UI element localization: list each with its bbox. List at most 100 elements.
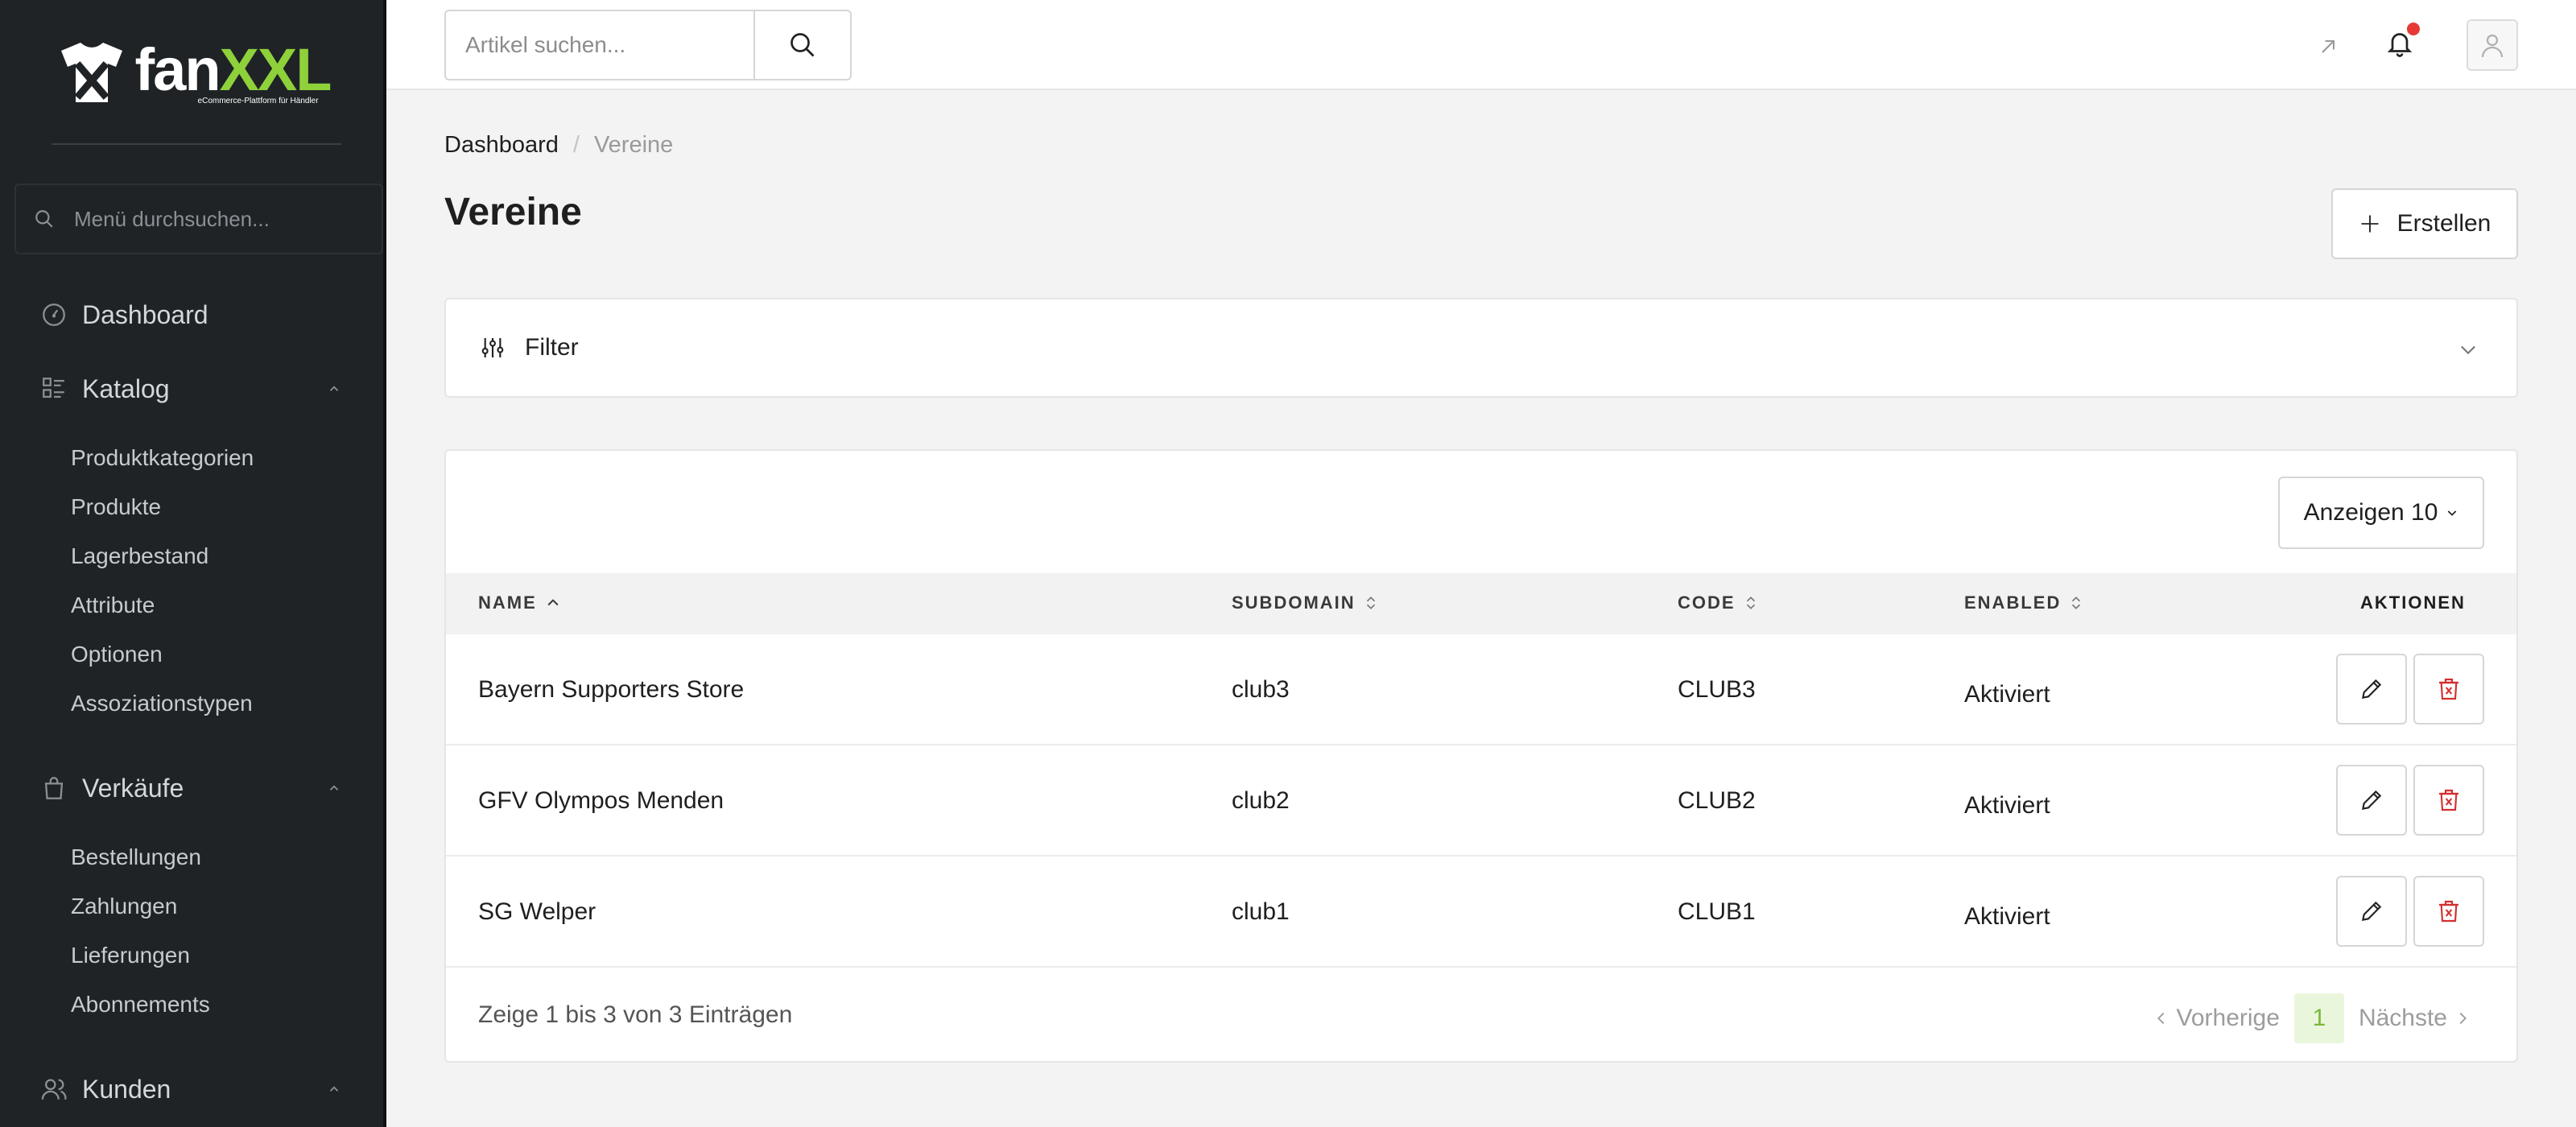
sort-ascending-icon — [547, 599, 559, 606]
chevron-down-icon[interactable] — [2457, 338, 2479, 361]
pagination-previous[interactable]: Vorherige — [2153, 1005, 2280, 1032]
dashboard-icon — [43, 303, 65, 326]
cell-code: CLUB2 — [1678, 787, 1756, 814]
cell-name: GFV Olympos Menden — [478, 787, 724, 814]
page-title: Vereine — [444, 191, 582, 233]
trash-icon — [2439, 900, 2458, 923]
catalog-icon — [43, 378, 64, 398]
trash-icon — [2439, 678, 2458, 700]
sort-icon — [2072, 597, 2081, 609]
cell-subdomain: club3 — [1232, 676, 1290, 703]
chevron-down-icon — [2448, 510, 2457, 516]
breadcrumb-dashboard[interactable]: Dashboard — [444, 132, 559, 159]
sliders-icon — [481, 338, 504, 357]
pagination-next[interactable]: Nächste — [2359, 1005, 2471, 1032]
column-header-subdomain[interactable]: SUBDOMAIN — [1232, 592, 1378, 613]
sidebar-item-produktkategorien[interactable]: Produktkategorien — [0, 433, 383, 482]
cell-enabled: Aktiviert — [1964, 681, 2050, 708]
cell-enabled: Aktiviert — [1964, 792, 2050, 819]
trash-icon — [2439, 789, 2458, 811]
sidebar-item-optionen[interactable]: Optionen — [0, 630, 383, 679]
sidebar-item-dashboard[interactable]: Dashboard — [0, 290, 383, 340]
delete-button[interactable] — [2413, 876, 2484, 947]
table-header: NAME SUBDOMAIN CODE ENABLED AKTIONEN — [446, 573, 2516, 634]
sort-icon — [1746, 597, 1755, 609]
logo-tagline: eCommerce-Plattform für Händler — [197, 96, 319, 105]
cell-subdomain: club2 — [1232, 787, 1290, 814]
plus-icon — [2361, 215, 2379, 233]
breadcrumb-current: Vereine — [593, 132, 674, 158]
create-button-label: Erstellen — [2396, 210, 2491, 237]
chevron-up-icon[interactable] — [327, 1082, 341, 1096]
logo[interactable]: fanXXL eCommerce-Plattform für Händler — [0, 0, 383, 145]
sidebar-item-label: Verkäufe — [82, 773, 184, 803]
filter-label: Filter — [525, 334, 579, 361]
logo-divider — [52, 143, 341, 145]
cell-subdomain: club1 — [1232, 898, 1290, 925]
edit-button[interactable] — [2336, 654, 2407, 724]
arrow-up-right-icon — [2322, 39, 2335, 53]
notification-badge — [2407, 23, 2420, 35]
column-header-enabled[interactable]: ENABLED — [1964, 592, 2083, 613]
page-size-label: Anzeigen 10 — [2303, 499, 2438, 526]
sidebar-item-bestellungen[interactable]: Bestellungen — [0, 832, 383, 881]
user-avatar[interactable] — [2467, 19, 2518, 71]
notifications-button[interactable] — [2380, 23, 2420, 63]
sort-icon — [1366, 597, 1375, 609]
sidebar-item-lieferungen[interactable]: Lieferungen — [0, 931, 383, 980]
sidebar-item-lagerbestand[interactable]: Lagerbestand — [0, 531, 383, 580]
sidebar-item-label: Kunden — [82, 1074, 171, 1104]
cell-name: Bayern Supporters Store — [478, 676, 745, 703]
filter-panel[interactable]: Filter — [444, 298, 2518, 398]
sidebar-search — [14, 184, 383, 254]
sidebar-item-katalog[interactable]: Katalog — [0, 364, 383, 414]
chevron-left-icon — [2157, 1012, 2164, 1025]
global-search — [444, 10, 852, 80]
create-button[interactable]: Erstellen — [2331, 188, 2518, 259]
global-search-input[interactable] — [444, 10, 753, 80]
table-row: Bayern Supporters Store club3 CLUB3 Akti… — [446, 634, 2516, 745]
table-row: GFV Olympos Menden club2 CLUB2 Aktiviert — [446, 745, 2516, 857]
sidebar-item-label: Dashboard — [82, 299, 208, 329]
pagination-page-current[interactable]: 1 — [2293, 993, 2344, 1043]
column-header-actions: AKTIONEN — [2360, 592, 2466, 613]
sidebar: fanXXL eCommerce-Plattform für Händler D… — [0, 0, 386, 1127]
page-size-select[interactable]: Anzeigen 10 — [2278, 477, 2484, 549]
sidebar-item-attribute[interactable]: Attribute — [0, 580, 383, 630]
cell-code: CLUB1 — [1678, 898, 1756, 925]
sidebar-item-abonnements[interactable]: Abonnements — [0, 980, 383, 1029]
chevron-right-icon — [2459, 1012, 2467, 1025]
pencil-icon — [2361, 901, 2382, 922]
chevron-up-icon[interactable] — [327, 781, 341, 795]
column-header-code[interactable]: CODE — [1678, 592, 1758, 613]
column-header-name[interactable]: NAME — [478, 592, 561, 613]
cell-name: SG Welper — [478, 898, 597, 925]
breadcrumb-separator: / — [572, 132, 580, 158]
sidebar-item-kunden[interactable]: Kunden — [0, 1064, 383, 1114]
sidebar-item-assoziationstypen[interactable]: Assoziationstypen — [0, 679, 383, 728]
delete-button[interactable] — [2413, 765, 2484, 836]
search-icon — [35, 210, 53, 228]
users-icon — [41, 1079, 67, 1100]
logo-wordmark: fanXXL — [134, 35, 332, 103]
topbar — [386, 0, 2576, 90]
sidebar-search-input[interactable] — [74, 206, 348, 232]
edit-button[interactable] — [2336, 876, 2407, 947]
sidebar-item-zahlungen[interactable]: Zahlungen — [0, 881, 383, 931]
edit-button[interactable] — [2336, 765, 2407, 836]
sidebar-item-produkte[interactable]: Produkte — [0, 482, 383, 531]
sidebar-item-verkaeufe[interactable]: Verkäufe — [0, 763, 383, 813]
pencil-icon — [2361, 679, 2382, 700]
sidebar-item-label: Katalog — [82, 374, 170, 403]
delete-button[interactable] — [2413, 654, 2484, 724]
table-footer: Zeige 1 bis 3 von 3 Einträgen Vorherige … — [446, 969, 2516, 1061]
clubs-table: Anzeigen 10 NAME SUBDOMAIN CODE ENABLED … — [444, 449, 2518, 1063]
table-row: SG Welper club1 CLUB1 Aktiviert — [446, 857, 2516, 968]
pagination: Vorherige 1 Nächste — [2153, 993, 2472, 1043]
open-shop-button[interactable] — [2314, 32, 2343, 61]
table-info: Zeige 1 bis 3 von 3 Einträgen — [478, 1001, 793, 1028]
search-button[interactable] — [753, 10, 852, 80]
sidebar-nav: Dashboard Katalog Produktkategorien Prod… — [0, 290, 383, 1114]
chevron-up-icon[interactable] — [327, 382, 341, 396]
jersey-logo-icon — [60, 43, 122, 102]
